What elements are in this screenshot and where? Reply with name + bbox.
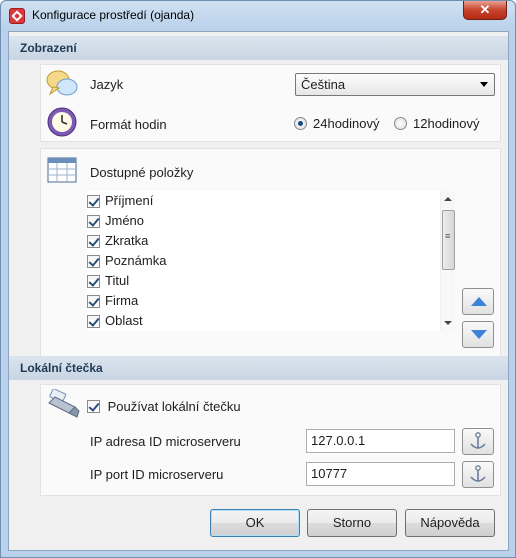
list-item[interactable]: Oblast: [87, 311, 437, 331]
scroll-up-icon[interactable]: [444, 197, 452, 201]
item-checkbox[interactable]: [87, 195, 100, 208]
language-icon: [46, 70, 78, 96]
app-icon: [9, 8, 25, 24]
arrow-up-icon: [471, 297, 487, 306]
list-item-label: Firma: [105, 293, 139, 308]
language-label: Jazyk: [90, 77, 124, 92]
move-down-button[interactable]: [462, 321, 494, 348]
ip-port-field[interactable]: 10777: [306, 462, 455, 486]
item-checkbox[interactable]: [87, 235, 100, 248]
list-item[interactable]: Poznámka: [87, 251, 437, 271]
language-select-value: Čeština: [301, 77, 346, 92]
clock-12h-radio[interactable]: [394, 117, 407, 130]
use-local-reader-label[interactable]: Používat lokální čtečku: [108, 399, 241, 414]
reader-section-header: Lokální čtečka: [9, 356, 508, 380]
list-scrollbar[interactable]: [440, 191, 455, 331]
list-item[interactable]: Příjmení: [87, 191, 437, 211]
language-select[interactable]: Čeština: [295, 73, 495, 96]
cancel-button[interactable]: Storno: [307, 509, 397, 537]
clock-format-label: Formát hodin: [90, 117, 167, 132]
anchor-icon: [470, 465, 486, 482]
use-local-reader-checkbox[interactable]: [87, 400, 100, 414]
item-checkbox[interactable]: [87, 215, 100, 228]
chevron-down-icon: [480, 82, 488, 87]
item-checkbox[interactable]: [87, 315, 100, 328]
item-checkbox[interactable]: [87, 275, 100, 288]
available-items-label: Dostupné položky: [90, 165, 194, 180]
ok-button[interactable]: OK: [210, 509, 300, 537]
ip-address-lookup-button[interactable]: [462, 428, 494, 455]
ip-port-label: IP port ID microserveru: [90, 467, 224, 482]
ip-address-field[interactable]: 127.0.0.1: [306, 429, 455, 453]
clock-24h-radio[interactable]: [294, 117, 307, 130]
anchor-icon: [470, 432, 486, 449]
list-item-label: Titul: [105, 273, 130, 288]
list-item-label: Oblast: [105, 313, 143, 328]
card-reader-icon: [48, 389, 80, 418]
use-local-reader-row[interactable]: Používat lokální čtečku: [87, 398, 241, 414]
list-item-label: Zkratka: [105, 233, 149, 248]
list-item-label: Příjmení: [105, 193, 154, 208]
item-checkbox[interactable]: [87, 295, 100, 308]
list-item-label: Jméno: [105, 213, 145, 228]
list-item-label: Poznámka: [105, 253, 167, 268]
arrow-down-icon: [471, 330, 487, 339]
ip-address-label: IP adresa ID microserveru: [90, 434, 241, 449]
title-bar[interactable]: Konfigurace prostředí (ojanda) ✕: [1, 1, 515, 31]
clock-icon: [47, 107, 77, 137]
dialog-body: Zobrazení Jazyk Čeština Formát hodin 24h…: [8, 31, 509, 551]
close-button[interactable]: ✕: [463, 1, 507, 20]
dialog-window: Konfigurace prostředí (ojanda) ✕ Zobraze…: [0, 0, 516, 558]
table-icon: [47, 157, 77, 183]
help-button[interactable]: Nápověda: [405, 509, 495, 537]
scroll-thumb[interactable]: [442, 210, 455, 270]
move-up-button[interactable]: [462, 288, 494, 315]
list-item[interactable]: Zkratka: [87, 231, 437, 251]
list-item[interactable]: Jméno: [87, 211, 437, 231]
clock-24h-label[interactable]: 24hodinový: [313, 116, 380, 131]
item-checkbox[interactable]: [87, 255, 100, 268]
ip-port-lookup-button[interactable]: [462, 461, 494, 488]
list-item[interactable]: Firma: [87, 291, 437, 311]
list-item[interactable]: Titul: [87, 271, 437, 291]
clock-12h-label[interactable]: 12hodinový: [413, 116, 480, 131]
display-section-header: Zobrazení: [9, 36, 508, 60]
window-title: Konfigurace prostředí (ojanda): [32, 8, 195, 22]
scroll-down-icon[interactable]: [444, 321, 452, 325]
available-items-list[interactable]: Příjmení Jméno Zkratka Poznámka Titul Fi…: [87, 191, 455, 331]
